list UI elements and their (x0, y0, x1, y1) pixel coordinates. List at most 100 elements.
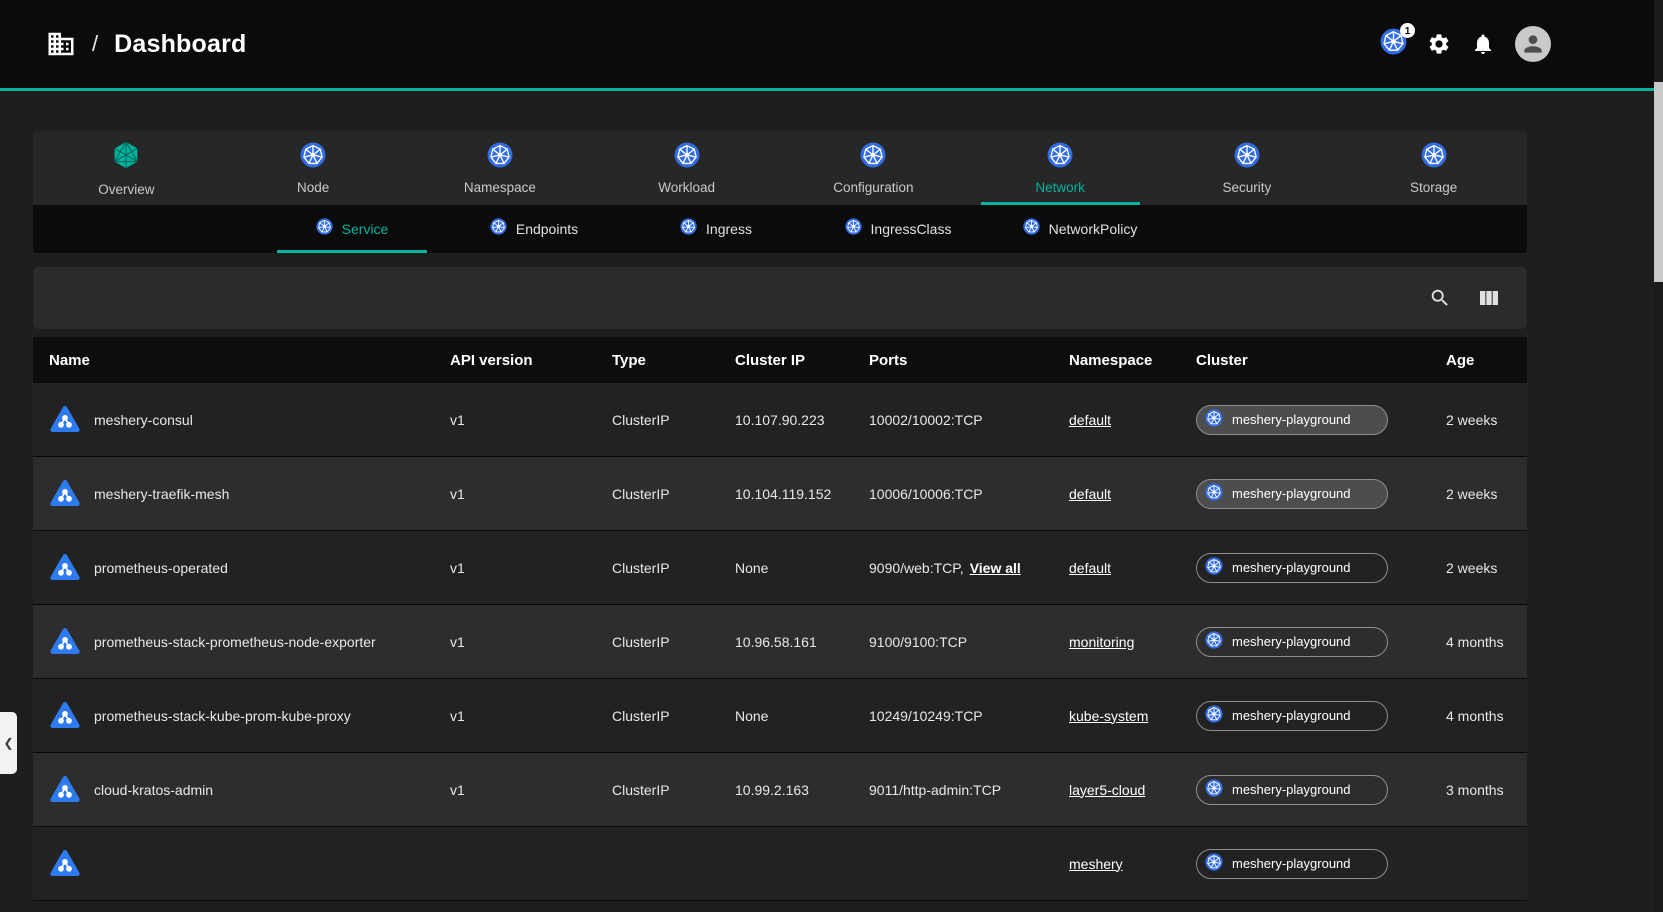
breadcrumb: / Dashboard (46, 29, 247, 59)
table-row[interactable]: meshery-consulv1ClusterIP10.107.90.22310… (33, 383, 1527, 457)
cluster-chip[interactable]: meshery-playground (1196, 849, 1388, 879)
tab-overview[interactable]: Overview (33, 131, 220, 205)
age: 2 weeks (1430, 560, 1527, 576)
column-header-cluster-ip[interactable]: Cluster IP (735, 352, 869, 369)
tab-label: Security (1222, 180, 1271, 195)
settings-button[interactable] (1427, 32, 1451, 56)
name-cell: prometheus-stack-kube-prom-kube-proxy (49, 700, 450, 732)
scrollbar-track[interactable] (1654, 0, 1663, 912)
subtab-networkpolicy[interactable]: NetworkPolicy (989, 205, 1171, 253)
view-columns-icon (1477, 286, 1501, 310)
notifications-button[interactable] (1471, 32, 1495, 56)
column-header-api-version[interactable]: API version (450, 352, 612, 369)
ports: 10249/10249:TCP (869, 708, 983, 724)
name-cell: prometheus-operated (49, 552, 450, 584)
cluster-chip[interactable]: meshery-playground (1196, 553, 1388, 583)
kubernetes-icon (1234, 142, 1260, 173)
kubernetes-icon (1205, 631, 1223, 652)
subtab-ingress[interactable]: Ingress (625, 205, 807, 253)
cluster-cell: meshery-playground (1196, 405, 1430, 435)
cluster-chip[interactable]: meshery-playground (1196, 479, 1388, 509)
tab-configuration[interactable]: Configuration (780, 131, 967, 205)
namespace-link[interactable]: default (1069, 486, 1111, 502)
cluster-chip[interactable]: meshery-playground (1196, 405, 1388, 435)
column-header-type[interactable]: Type (612, 352, 735, 369)
user-avatar-button[interactable] (1515, 26, 1551, 62)
ports: 10002/10002:TCP (869, 412, 983, 428)
cluster-name: meshery-playground (1232, 856, 1351, 871)
search-icon (1429, 287, 1451, 309)
service-icon (49, 404, 81, 436)
tab-namespace[interactable]: Namespace (407, 131, 594, 205)
namespace-cell: layer5-cloud (1069, 782, 1196, 798)
table-row[interactable]: prometheus-operatedv1ClusterIPNone9090/w… (33, 531, 1527, 605)
subtab-service[interactable]: Service (261, 205, 443, 253)
cluster-name: meshery-playground (1232, 486, 1351, 501)
table-body: meshery-consulv1ClusterIP10.107.90.22310… (33, 383, 1527, 901)
ports-cell: 10249/10249:TCP (869, 708, 1069, 724)
service-type: ClusterIP (612, 560, 735, 576)
column-header-name[interactable]: Name (49, 352, 450, 369)
kubernetes-context-button[interactable]: 1 (1380, 28, 1407, 60)
cluster-chip[interactable]: meshery-playground (1196, 775, 1388, 805)
namespace-link[interactable]: default (1069, 560, 1111, 576)
cluster-chip[interactable]: meshery-playground (1196, 701, 1388, 731)
table-row[interactable]: prometheus-stack-prometheus-node-exporte… (33, 605, 1527, 679)
namespace-cell: monitoring (1069, 634, 1196, 650)
subtab-label: Ingress (706, 221, 752, 237)
service-type: ClusterIP (612, 412, 735, 428)
kubernetes-icon (490, 218, 507, 240)
service-icon (49, 626, 81, 658)
context-count-badge: 1 (1400, 23, 1415, 38)
table-row[interactable]: cloud-kratos-adminv1ClusterIP10.99.2.163… (33, 753, 1527, 827)
cluster-ip: 10.96.58.161 (735, 634, 869, 650)
namespace-link[interactable]: meshery (1069, 856, 1123, 872)
kubernetes-icon (680, 218, 697, 240)
table-row[interactable]: prometheus-stack-kube-prom-kube-proxyv1C… (33, 679, 1527, 753)
column-header-age[interactable]: Age (1430, 352, 1527, 369)
cluster-chip[interactable]: meshery-playground (1196, 627, 1388, 657)
namespace-link[interactable]: monitoring (1069, 634, 1134, 650)
tab-label: Node (297, 180, 329, 195)
cluster-cell: meshery-playground (1196, 479, 1430, 509)
subtab-label: Endpoints (516, 221, 578, 237)
cluster-ip: 10.99.2.163 (735, 782, 869, 798)
age: 3 months (1430, 782, 1527, 798)
tab-node[interactable]: Node (220, 131, 407, 205)
subtab-label: Service (342, 221, 389, 237)
subtab-label: NetworkPolicy (1049, 221, 1138, 237)
view-all-ports-link[interactable]: View all (970, 560, 1021, 576)
service-name: prometheus-stack-kube-prom-kube-proxy (94, 708, 351, 724)
ports: 9100/9100:TCP (869, 634, 967, 650)
view-columns-button[interactable] (1477, 286, 1501, 310)
tab-storage[interactable]: Storage (1340, 131, 1527, 205)
tab-label: Overview (98, 182, 154, 197)
column-header-ports[interactable]: Ports (869, 352, 1069, 369)
namespace-cell: kube-system (1069, 708, 1196, 724)
tab-workload[interactable]: Workload (593, 131, 780, 205)
ports-cell: 10002/10002:TCP (869, 412, 1069, 428)
ports: 10006/10006:TCP (869, 486, 983, 502)
scrollbar-thumb[interactable] (1654, 82, 1663, 282)
tab-network[interactable]: Network (967, 131, 1154, 205)
tab-label: Network (1035, 180, 1085, 195)
table-row[interactable]: meshery-traefik-meshv1ClusterIP10.104.11… (33, 457, 1527, 531)
building-icon[interactable] (46, 29, 76, 59)
service-name: prometheus-operated (94, 560, 228, 576)
service-type: ClusterIP (612, 708, 735, 724)
tab-security[interactable]: Security (1154, 131, 1341, 205)
namespace-link[interactable]: kube-system (1069, 708, 1148, 724)
page-title: Dashboard (114, 30, 246, 59)
cluster-ip: 10.107.90.223 (735, 412, 869, 428)
subtab-ingressclass[interactable]: IngressClass (807, 205, 989, 253)
drawer-collapse-button[interactable]: ❮ (0, 712, 17, 774)
search-button[interactable] (1429, 287, 1451, 309)
table-row[interactable]: meshery meshery-playground (33, 827, 1527, 901)
column-header-cluster[interactable]: Cluster (1196, 352, 1430, 369)
cluster-ip: None (735, 708, 869, 724)
subtab-endpoints[interactable]: Endpoints (443, 205, 625, 253)
namespace-link[interactable]: layer5-cloud (1069, 782, 1145, 798)
column-header-namespace[interactable]: Namespace (1069, 352, 1196, 369)
namespace-link[interactable]: default (1069, 412, 1111, 428)
ports-cell: 10006/10006:TCP (869, 486, 1069, 502)
